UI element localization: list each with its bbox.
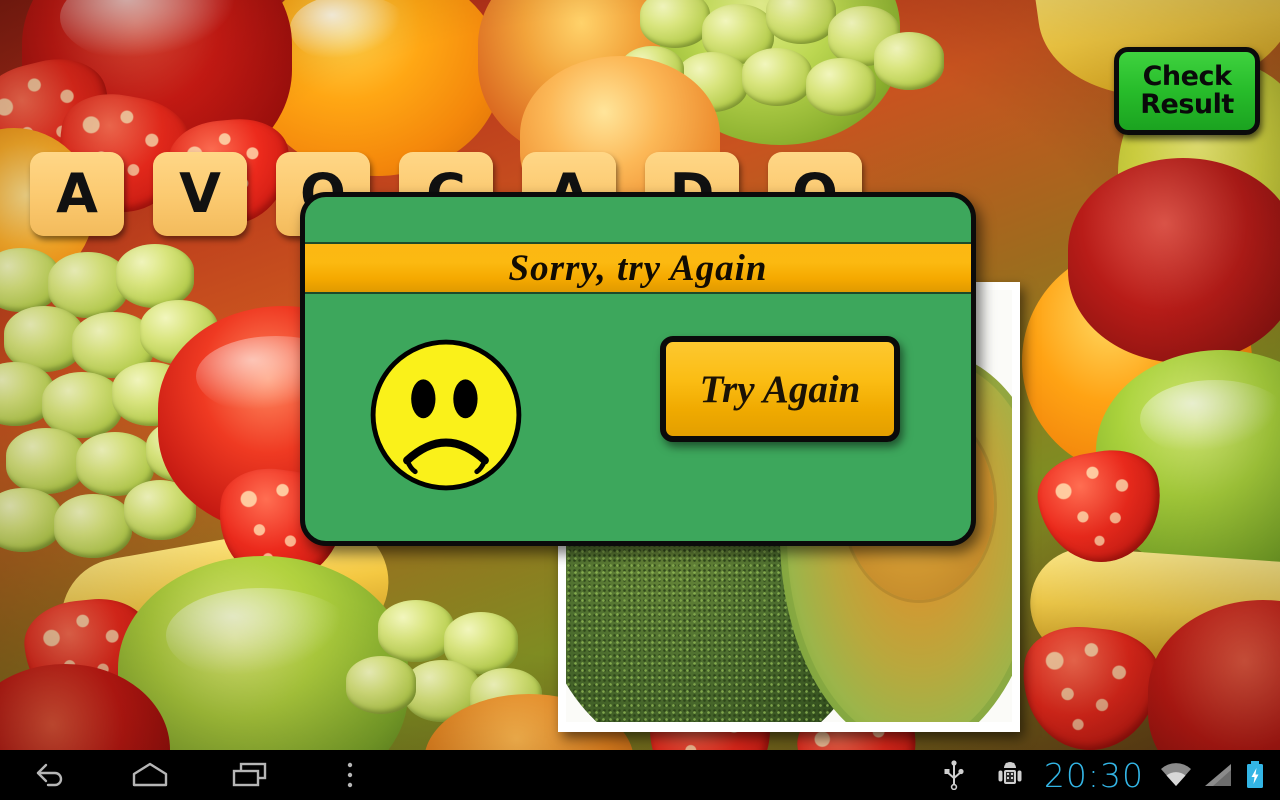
check-result-line2: Result: [1140, 89, 1234, 120]
check-result-button[interactable]: Check Result: [1114, 47, 1260, 135]
debug-status: [982, 750, 1038, 800]
letter-tile[interactable]: V: [153, 152, 247, 236]
signal-status: [1198, 750, 1238, 800]
sad-face-icon: [370, 339, 522, 491]
status-clock: 20:30: [1043, 755, 1144, 795]
dialog-body: Try Again: [305, 296, 971, 541]
dialog-titlebar: Sorry, try Again: [305, 242, 971, 294]
home-icon: [132, 762, 168, 787]
try-again-button[interactable]: Try Again: [660, 336, 900, 442]
check-result-line1: Check: [1142, 60, 1232, 92]
wifi-status: [1154, 750, 1198, 800]
overflow-menu-icon: [347, 762, 353, 788]
try-again-label: Try Again: [699, 367, 861, 411]
android-debug-icon: [998, 762, 1022, 784]
navigation-buttons: [0, 750, 400, 800]
battery-status: [1238, 750, 1272, 800]
cellular-signal-icon: [1205, 764, 1231, 786]
letter-tile-label: A: [56, 162, 98, 225]
letter-tile[interactable]: A: [30, 152, 124, 236]
recent-apps-icon: [232, 762, 267, 787]
status-icons[interactable]: 20:30: [926, 750, 1280, 800]
screen: A V O C A D O Check Result Sorry, tr: [0, 0, 1280, 800]
usb-status: [926, 750, 982, 800]
dialog-title: Sorry, try Again: [508, 247, 768, 289]
recent-apps-button[interactable]: [200, 750, 300, 800]
battery-charging-icon: [1247, 761, 1263, 788]
back-arrow-icon: [36, 763, 63, 787]
back-button[interactable]: [0, 750, 100, 800]
menu-button[interactable]: [300, 750, 400, 800]
home-button[interactable]: [100, 750, 200, 800]
usb-icon: [944, 760, 964, 790]
android-system-bar: 20:30: [0, 750, 1280, 800]
wifi-icon: [1161, 763, 1191, 786]
game-area: A V O C A D O Check Result Sorry, tr: [0, 0, 1280, 750]
result-dialog: Sorry, try Again Try Again: [300, 192, 976, 546]
letter-tile-label: V: [179, 162, 221, 225]
